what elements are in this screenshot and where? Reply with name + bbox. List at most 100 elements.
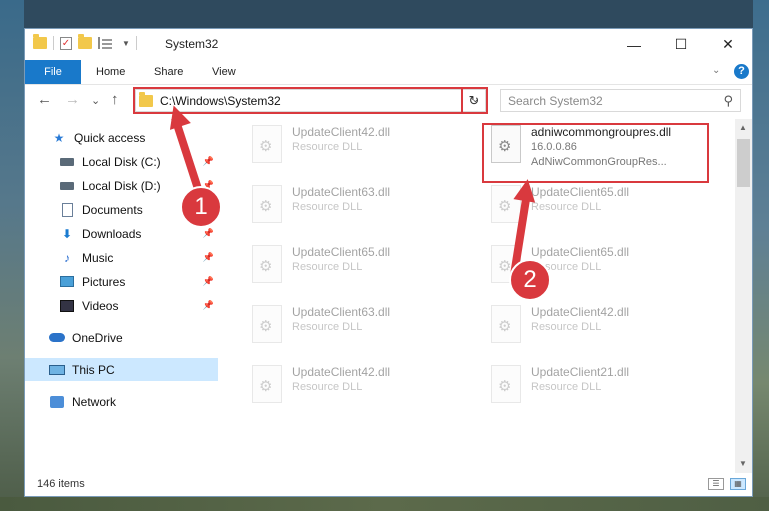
details-view-icon[interactable]: ☰ xyxy=(708,478,724,490)
sidebar-item-label: Downloads xyxy=(82,226,142,241)
list-item[interactable]: ⚙ UpdateClient42.dll Resource DLL xyxy=(246,121,466,171)
sidebar-item-music[interactable]: ♪ Music 📌 xyxy=(25,246,218,269)
star-icon: ★ xyxy=(53,130,65,145)
file-name: UpdateClient65.dll xyxy=(292,245,391,259)
dll-file-icon: ⚙ xyxy=(491,365,521,403)
file-type: Resource DLL xyxy=(292,321,363,333)
up-button[interactable]: ↑ xyxy=(111,91,119,108)
dll-file-icon: ⚙ xyxy=(252,365,282,403)
file-type: Resource DLL xyxy=(292,381,363,393)
folder-icon xyxy=(33,34,47,49)
quick-access-toolbar: ✓ ▼ xyxy=(33,34,137,50)
pin-icon[interactable]: 📌 xyxy=(203,300,214,311)
title-bar: ✓ ▼ System32 — ☐ ✕ xyxy=(25,29,752,60)
file-type: Resource DLL xyxy=(531,321,602,333)
file-highlight xyxy=(482,123,709,183)
callout-arrowhead-2 xyxy=(513,177,539,203)
sidebar-item-label: This PC xyxy=(72,362,115,377)
pin-icon[interactable]: 📌 xyxy=(203,156,214,167)
expand-ribbon-icon[interactable]: ⌄ xyxy=(712,65,720,76)
list-item[interactable]: ⚙ UpdateClient63.dll Resource DLL xyxy=(246,301,466,351)
new-folder-icon[interactable] xyxy=(78,34,92,49)
file-name: UpdateClient63.dll xyxy=(292,305,391,319)
close-button[interactable]: ✕ xyxy=(705,29,751,60)
dll-file-icon: ⚙ xyxy=(252,245,282,283)
file-type: Resource DLL xyxy=(292,141,363,153)
list-item[interactable]: ⚙ UpdateClient21.dll Resource DLL xyxy=(485,361,705,411)
scroll-up-icon[interactable]: ▲ xyxy=(739,123,747,132)
dll-file-icon: ⚙ xyxy=(252,125,282,163)
scroll-down-icon[interactable]: ▼ xyxy=(739,459,747,468)
list-item[interactable]: ⚙ UpdateClient42.dll Resource DLL xyxy=(246,361,466,411)
list-item[interactable]: ⚙ UpdateClient65.dll Resource DLL xyxy=(246,241,466,291)
disk-icon xyxy=(59,155,75,169)
search-icon: ⚲ xyxy=(723,93,733,108)
tab-home[interactable]: Home xyxy=(96,60,125,84)
sidebar-item-onedrive[interactable]: OneDrive xyxy=(25,326,218,349)
desktop-background-right xyxy=(753,0,769,511)
desktop-background-bottom xyxy=(0,497,769,511)
file-name: UpdateClient21.dll xyxy=(531,365,630,379)
ribbon-tabs: File Home Share View ⌄ ? xyxy=(25,60,752,85)
file-name: UpdateClient42.dll xyxy=(292,125,391,139)
list-item[interactable]: ⚙ UpdateClient63.dll Resource DLL xyxy=(246,181,466,231)
sidebar-item-label: Music xyxy=(82,250,114,265)
status-bar: 146 items ☰ ▦ xyxy=(25,473,752,496)
file-name: UpdateClient65.dll xyxy=(531,185,630,199)
customize-view-icon[interactable] xyxy=(98,37,116,49)
sidebar-item-videos[interactable]: Videos 📌 xyxy=(25,294,218,317)
toolbar-divider xyxy=(53,36,54,50)
pc-icon xyxy=(49,363,65,377)
file-name: UpdateClient65.dll xyxy=(531,245,630,259)
sidebar-item-label: Pictures xyxy=(82,274,126,289)
properties-check-icon[interactable]: ✓ xyxy=(60,36,72,50)
pin-icon[interactable]: 📌 xyxy=(203,252,214,263)
file-type: Resource DLL xyxy=(531,381,602,393)
sidebar-item-network[interactable]: Network xyxy=(25,390,218,413)
search-placeholder: Search System32 xyxy=(508,94,603,108)
callout-badge-1: 1 xyxy=(180,186,222,228)
callout-badge-2: 2 xyxy=(509,259,551,301)
pin-icon[interactable]: 📌 xyxy=(203,228,214,239)
sidebar-item-label: Documents xyxy=(82,202,143,217)
explorer-window: ✓ ▼ System32 — ☐ ✕ File Home Share View … xyxy=(24,28,753,497)
scroll-thumb[interactable] xyxy=(737,139,750,187)
forward-button[interactable]: → xyxy=(65,91,80,108)
toolbar-divider xyxy=(135,36,137,50)
music-icon: ♪ xyxy=(64,250,70,265)
minimize-button[interactable]: — xyxy=(611,29,657,60)
pin-icon[interactable]: 📌 xyxy=(203,276,214,287)
sidebar-item-label: Local Disk (C:) xyxy=(82,154,161,169)
tab-file[interactable]: File xyxy=(25,60,81,84)
large-icons-view-icon[interactable]: ▦ xyxy=(730,478,746,490)
tab-view[interactable]: View xyxy=(212,60,236,84)
back-button[interactable]: ← xyxy=(37,91,52,108)
sidebar-item-this-pc[interactable]: This PC xyxy=(25,358,218,381)
sidebar-item-pictures[interactable]: Pictures 📌 xyxy=(25,270,218,293)
file-type: Resource DLL xyxy=(292,261,363,273)
network-icon xyxy=(49,395,65,409)
sidebar-item-downloads[interactable]: ⬇ Downloads 📌 xyxy=(25,222,218,245)
document-icon xyxy=(59,202,75,217)
dll-file-icon: ⚙ xyxy=(252,305,282,343)
vertical-scrollbar[interactable]: ▲ ▼ xyxy=(735,119,752,473)
sidebar-item-label: Local Disk (D:) xyxy=(82,178,161,193)
cloud-icon xyxy=(49,331,65,345)
videos-icon xyxy=(59,299,75,313)
pictures-icon xyxy=(59,275,75,289)
maximize-button[interactable]: ☐ xyxy=(658,29,704,60)
tab-share[interactable]: Share xyxy=(154,60,183,84)
help-icon[interactable]: ? xyxy=(734,64,749,79)
item-count: 146 items xyxy=(37,478,85,490)
search-input[interactable]: Search System32 ⚲ xyxy=(500,89,741,112)
download-icon: ⬇ xyxy=(61,226,73,241)
window-title: System32 xyxy=(165,37,219,51)
list-item[interactable]: ⚙ UpdateClient42.dll Resource DLL xyxy=(485,301,705,351)
sidebar-item-label: Videos xyxy=(82,298,119,313)
toolbar-dropdown-icon[interactable]: ▼ xyxy=(122,39,130,48)
file-name: UpdateClient63.dll xyxy=(292,185,391,199)
dll-file-icon: ⚙ xyxy=(491,305,521,343)
desktop-background-left xyxy=(0,0,24,511)
sidebar-item-quick-access[interactable]: ★ Quick access xyxy=(25,126,218,149)
recent-locations-button[interactable]: ⌄ xyxy=(91,94,100,107)
